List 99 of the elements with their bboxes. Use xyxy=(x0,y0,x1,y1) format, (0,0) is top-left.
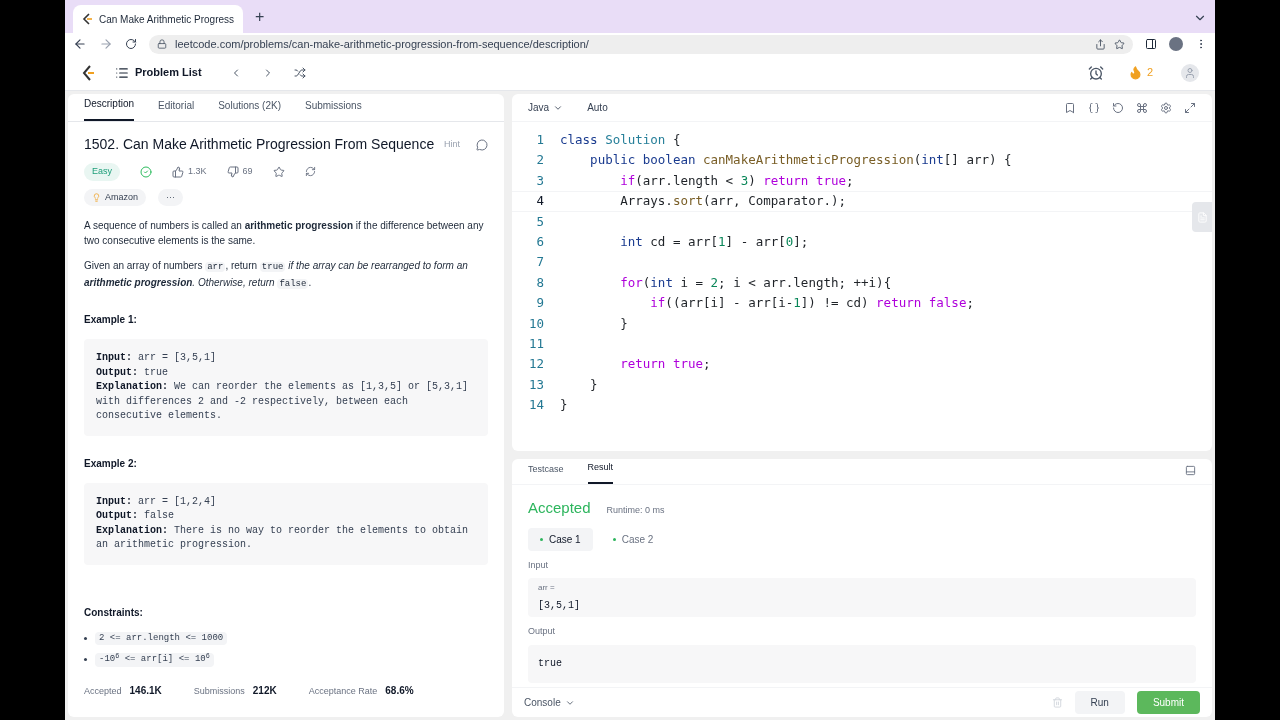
command-icon[interactable] xyxy=(1136,101,1148,114)
lightbulb-icon xyxy=(92,192,101,202)
line-number: 2 xyxy=(535,151,545,170)
input-value: [3,5,1] xyxy=(538,599,581,613)
stat-label: Accepted xyxy=(84,684,122,698)
profile-avatar[interactable] xyxy=(1169,37,1183,51)
forward-icon[interactable] xyxy=(99,37,113,51)
stat-value: 146.1K xyxy=(129,683,162,698)
shuffle-icon[interactable] xyxy=(293,66,306,79)
expand-icon[interactable] xyxy=(1184,101,1196,114)
line-number: 6 xyxy=(535,233,545,252)
line-number: 8 xyxy=(535,273,545,292)
panel-tab[interactable]: Editorial xyxy=(158,98,195,121)
address-field[interactable]: leetcode.com/problems/can-make-arithmetic-progression-from-sequence/description/ xyxy=(149,34,1133,54)
line-number: 14 xyxy=(527,396,545,415)
code-line: } xyxy=(559,396,568,415)
constraint-text: 2 <= arr.length <= 1000 xyxy=(95,631,228,645)
timer-icon[interactable] xyxy=(1087,64,1104,81)
code-line: return true; xyxy=(619,355,711,374)
language-select[interactable]: Java xyxy=(528,100,564,115)
run-button[interactable]: Run xyxy=(1074,691,1125,714)
example-heading: Example 2: xyxy=(84,456,138,471)
back-icon[interactable] xyxy=(73,37,87,51)
case-tab[interactable]: Case 2 xyxy=(600,527,666,551)
flame-icon xyxy=(1127,65,1143,80)
star-icon[interactable] xyxy=(1114,38,1125,50)
output-label: Output xyxy=(528,625,557,638)
dislike-button[interactable]: 69 xyxy=(226,165,253,179)
logo-icon[interactable] xyxy=(81,64,95,81)
line-number: 4 xyxy=(535,192,545,211)
example-block: Input: arr = [1,2,4] Output: false Explanation: There is no way to reorder the elements to obtain an arithmetic progression. xyxy=(84,482,488,565)
line-number: 7 xyxy=(535,253,545,272)
logo-icon xyxy=(81,13,93,25)
lock-icon xyxy=(157,39,167,49)
settings-icon[interactable] xyxy=(1160,101,1172,114)
refresh-icon[interactable] xyxy=(304,166,316,178)
browser-tab[interactable]: Can Make Arithmetic Progress xyxy=(73,5,243,33)
case-tab[interactable]: Case 1 xyxy=(528,527,593,551)
reset-icon[interactable] xyxy=(1112,101,1124,114)
line-number: 3 xyxy=(535,171,545,190)
layout-icon[interactable] xyxy=(1185,465,1196,476)
panel-tab[interactable]: Testcase xyxy=(528,462,564,484)
chat-icon[interactable] xyxy=(476,138,488,151)
line-number: 11 xyxy=(527,335,545,354)
bookmark-icon[interactable] xyxy=(1064,101,1076,114)
panel-tab[interactable]: Solutions (2K) xyxy=(218,98,281,121)
code-line: class Solution { xyxy=(559,131,681,149)
difficulty-badge: Easy xyxy=(84,163,120,181)
side-panel-icon[interactable] xyxy=(1145,38,1157,50)
problem-list-link[interactable]: Problem List xyxy=(115,64,202,81)
more-tags-button[interactable]: ··· xyxy=(158,188,184,206)
star-icon[interactable] xyxy=(272,165,285,178)
line-number: 5 xyxy=(535,212,545,231)
output-value: true xyxy=(538,657,562,669)
line-number: 13 xyxy=(527,375,545,394)
line-number: 10 xyxy=(527,314,545,333)
panel-tab[interactable]: Submissions xyxy=(305,98,362,121)
input-name: arr = xyxy=(538,582,556,594)
bullet-icon xyxy=(84,636,87,640)
stat-value: 68.6% xyxy=(385,683,414,698)
like-button[interactable]: 1.3K xyxy=(172,165,207,179)
code-line: if((arr[i] - arr[i-1]) != cd) return false; xyxy=(649,294,974,313)
thumbs-down-icon xyxy=(226,165,239,178)
input-label: Input xyxy=(528,558,550,572)
problem-title: 1502. Can Make Arithmetic Progression From Sequence xyxy=(84,135,435,154)
panel-tab[interactable]: Description xyxy=(84,96,135,121)
auto-mode-label[interactable]: Auto xyxy=(587,100,608,115)
company-tag[interactable]: Amazon xyxy=(84,188,147,206)
code-line: } xyxy=(589,375,598,394)
example-heading: Example 1: xyxy=(84,313,138,327)
reload-icon[interactable] xyxy=(125,38,137,50)
url-text: leetcode.com/problems/can-make-arithmetic-progression-from-sequence/description/ xyxy=(175,36,589,52)
tab-title: Can Make Arithmetic Progress xyxy=(99,12,235,27)
runtime-text: Runtime: 0 ms xyxy=(606,504,665,517)
constraint-text: -10$^{6}$ <= arr[i] <= 10$^{6}$ xyxy=(95,653,214,667)
line-number: 9 xyxy=(535,294,545,313)
code-line: int cd = arr[1] - arr[0]; xyxy=(619,233,809,252)
example-block: Input: arr = [3,5,1] Output: true Explanation: We can reorder the elements as [1,3,5] or [5,3,1] with differences 2 and -2 respectively, between each consecutive elements. xyxy=(84,339,488,436)
result-status: Accepted xyxy=(528,498,591,518)
stat-value: 212K xyxy=(252,683,277,698)
thumbs-up-icon xyxy=(172,165,184,178)
console-toggle[interactable]: Console xyxy=(524,695,575,710)
braces-icon[interactable] xyxy=(1088,101,1100,114)
code-line: public boolean canMakeArithmeticProgression(int[] arr) { xyxy=(589,151,1012,170)
code-line: for(int i = 2; i < arr.length; ++i){ xyxy=(619,273,892,292)
panel-tab[interactable]: Result xyxy=(587,460,614,484)
code-line: if(arr.length < 3) return true; xyxy=(619,171,854,190)
code-line: } xyxy=(619,314,628,333)
description-paragraph: A sequence of numbers is called an arithmetic progression if the difference between any two consecutive elements is the same. xyxy=(84,219,485,248)
constraints-heading: Constraints: xyxy=(84,605,144,620)
line-number: 1 xyxy=(535,131,545,149)
bullet-icon xyxy=(84,658,87,662)
stat-label: Acceptance Rate xyxy=(308,684,378,698)
line-number: 12 xyxy=(527,355,545,374)
new-tab-button[interactable]: + xyxy=(255,5,265,29)
stat-label: Submissions xyxy=(193,684,245,698)
share-icon[interactable] xyxy=(1095,38,1106,50)
code-line: Arrays.sort(arr, Comparator.); xyxy=(619,192,846,211)
list-icon xyxy=(115,65,129,80)
